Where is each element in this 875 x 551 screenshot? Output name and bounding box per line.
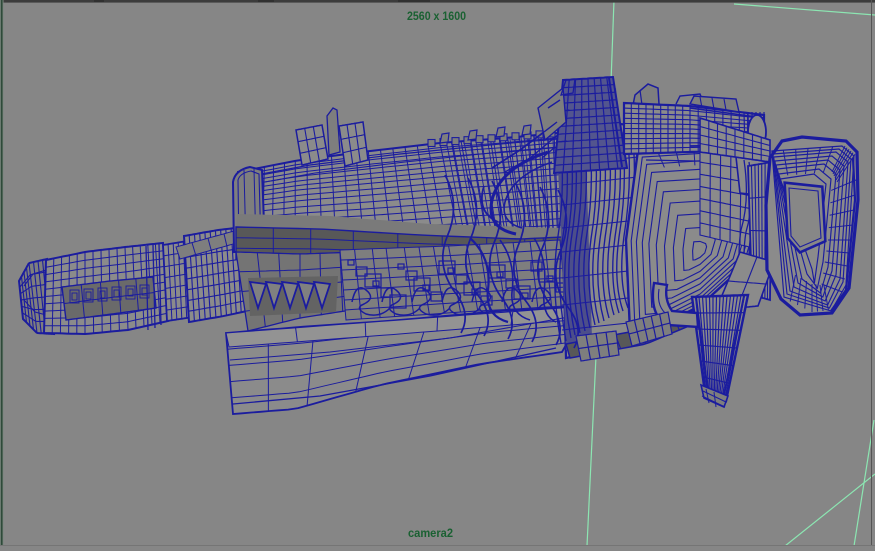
svg-text:camera2: camera2 <box>408 526 453 540</box>
svg-text:2560 x 1600: 2560 x 1600 <box>407 9 466 23</box>
